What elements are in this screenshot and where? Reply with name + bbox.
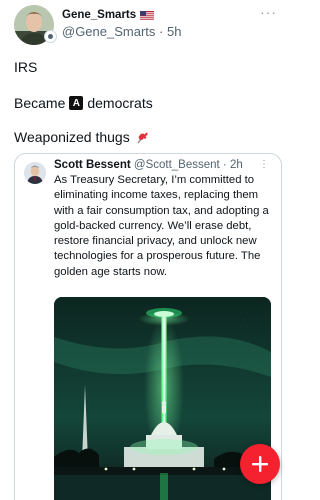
post-line-3-text: Weaponized thugs	[14, 129, 130, 145]
quoted-more-icon[interactable]: ⋮	[259, 159, 269, 170]
more-options-icon[interactable]: ···	[260, 4, 277, 20]
post-line-2-after: democrats	[87, 95, 153, 111]
quoted-post[interactable]: Scott Bessent @Scott_Bessent · 2h ⋮ As T…	[14, 153, 282, 500]
post-time[interactable]: · 5h	[159, 24, 181, 39]
a-button-emoji-icon: A	[69, 96, 84, 110]
author-handle-line: @Gene_Smarts · 5h	[62, 24, 181, 39]
quoted-author-name[interactable]: Scott Bessent	[54, 159, 131, 171]
post-line-1-text: IRS	[14, 59, 38, 75]
compose-button[interactable]	[240, 444, 280, 484]
quoted-header: Scott Bessent @Scott_Bessent · 2h	[54, 159, 243, 171]
author-name-line[interactable]: Gene_Smarts	[62, 9, 155, 21]
post-line-2: Became A democrats	[14, 95, 153, 111]
author-handle[interactable]: @Gene_Smarts	[62, 24, 155, 39]
quoted-author-avatar[interactable]	[24, 162, 46, 184]
author-name[interactable]: Gene_Smarts	[62, 9, 136, 21]
post-line-3: Weaponized thugs	[14, 129, 149, 145]
quoted-author-avatar-image	[24, 162, 46, 184]
post[interactable]: Gene_Smarts @Gene_Smarts · 5h ··· IRS Be…	[0, 0, 291, 500]
quoted-author-handle[interactable]: @Scott_Bessent · 2h	[134, 159, 243, 171]
capitol-night-artwork	[54, 297, 271, 500]
pushpin-emoji-icon	[137, 132, 148, 144]
plus-icon	[252, 456, 268, 472]
quoted-media-image[interactable]	[54, 297, 271, 500]
us-flag-icon	[140, 10, 155, 20]
post-line-2-before: Became	[14, 95, 66, 111]
post-line-1: IRS	[14, 59, 37, 75]
quoted-text: As Treasury Secretary, I’m committed to …	[54, 174, 269, 278]
verified-org-badge-icon	[44, 30, 57, 43]
